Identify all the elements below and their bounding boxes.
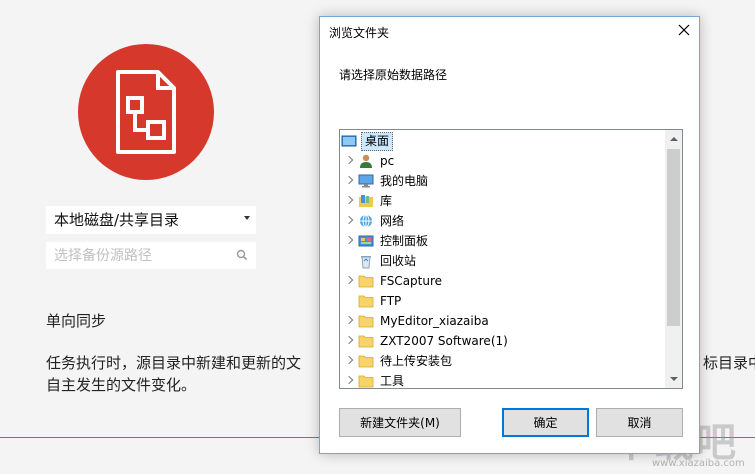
tree-item[interactable]: 桌面 [340,131,665,151]
tree-item[interactable]: 我的电脑 [340,171,665,191]
arrow-up-icon [670,137,678,141]
expand-chevron-icon[interactable] [344,275,354,285]
app-logo [78,44,214,180]
tree-item[interactable]: 工具 [340,371,665,388]
recycle-bin-icon [358,253,374,269]
dialog-title: 浏览文件夹 [329,26,390,40]
expand-chevron-icon[interactable] [344,215,354,225]
tree-item-label: 控制面板 [380,234,429,248]
folder-icon [358,293,374,309]
new-folder-button[interactable]: 新建文件夹(M) [339,408,461,437]
tree-item[interactable]: ZXT2007 Software(1) [340,331,665,351]
tree-item[interactable]: 库 [340,191,665,211]
computer-icon [358,173,374,189]
tree-item[interactable]: 回收站 [340,251,665,271]
expand-chevron-icon[interactable] [344,315,354,325]
tree-item[interactable]: MyEditor_xiazaiba [340,311,665,331]
folder-icon [358,333,374,349]
tree-item-label: 网络 [380,214,405,228]
arrow-down-icon [670,377,678,381]
ok-button[interactable]: 确定 [502,408,589,437]
expand-chevron-icon[interactable] [344,195,354,205]
expand-chevron-icon[interactable] [344,175,354,185]
tree-item-label: 回收站 [380,254,417,268]
close-icon[interactable] [677,23,691,37]
folder-icon [358,273,374,289]
expand-chevron-icon[interactable] [344,235,354,245]
tree-item-label: 我的电脑 [380,174,429,188]
expand-chevron-icon[interactable] [344,375,354,385]
scroll-down-button[interactable] [665,371,682,388]
dropdown-caret-icon [244,216,250,220]
expand-chevron-icon[interactable] [344,155,354,165]
user-icon [358,153,374,169]
tree-item-label: 桌面 [361,132,394,151]
tree-scrollbar[interactable] [665,130,682,388]
dialog-prompt: 请选择原始数据路径 [339,68,448,82]
tree-item-label: FSCapture [380,274,443,288]
tree-item-label: 待上传安装包 [380,354,453,368]
folder-icon [358,373,374,388]
tree-item[interactable]: pc [340,151,665,171]
library-icon [358,193,374,209]
tree-item-label: 工具 [380,374,405,388]
tree-item-label: pc [380,154,395,168]
sync-description-line1: 任务执行时，源目录中新建和更新的文 [46,354,302,372]
tree-item[interactable]: 网络 [340,211,665,231]
tree-item-label: ZXT2007 Software(1) [380,334,508,348]
source-path-input[interactable] [46,242,256,269]
sync-mode-title: 单向同步 [46,312,107,330]
tree-item-label: 库 [380,194,393,208]
folder-tree[interactable]: 桌面 pc 我的电脑库网络控制面板回收站 FSCapture FTP MyEditor_x… [339,129,683,389]
tree-item[interactable]: FTP [340,291,665,311]
tree-item[interactable]: 待上传安装包 [340,351,665,371]
scroll-thumb[interactable] [667,149,680,326]
control-panel-icon [358,233,374,249]
folder-icon [358,353,374,369]
sync-document-icon [116,70,176,154]
cancel-button[interactable]: 取消 [596,408,683,437]
folder-tree-list: 桌面 pc 我的电脑库网络控制面板回收站 FSCapture FTP MyEditor_x… [340,130,665,388]
search-icon[interactable] [236,249,248,261]
network-icon [358,213,374,229]
scroll-up-button[interactable] [665,130,682,147]
expand-chevron-icon[interactable] [344,335,354,345]
tree-item-label: MyEditor_xiazaiba [380,314,489,328]
folder-icon [358,313,374,329]
sync-description-line2: 自主发生的文件变化。 [46,376,197,394]
source-type-value: 本地磁盘/共享目录 [54,211,180,229]
source-type-select[interactable]: 本地磁盘/共享目录 [46,206,256,234]
tree-item-label: FTP [380,294,402,308]
tree-item[interactable]: 控制面板 [340,231,665,251]
expand-chevron-icon[interactable] [344,355,354,365]
desktop-icon [341,133,357,149]
sync-description-line1-tail: 标目录中 [703,354,755,372]
tree-item[interactable]: FSCapture [340,271,665,291]
browse-folder-dialog: 浏览文件夹 请选择原始数据路径 桌面 pc 我的电脑库网络控制面板回收站 FSCapt… [319,16,700,454]
watermark-url: www.xiazaiba.com [652,458,745,469]
